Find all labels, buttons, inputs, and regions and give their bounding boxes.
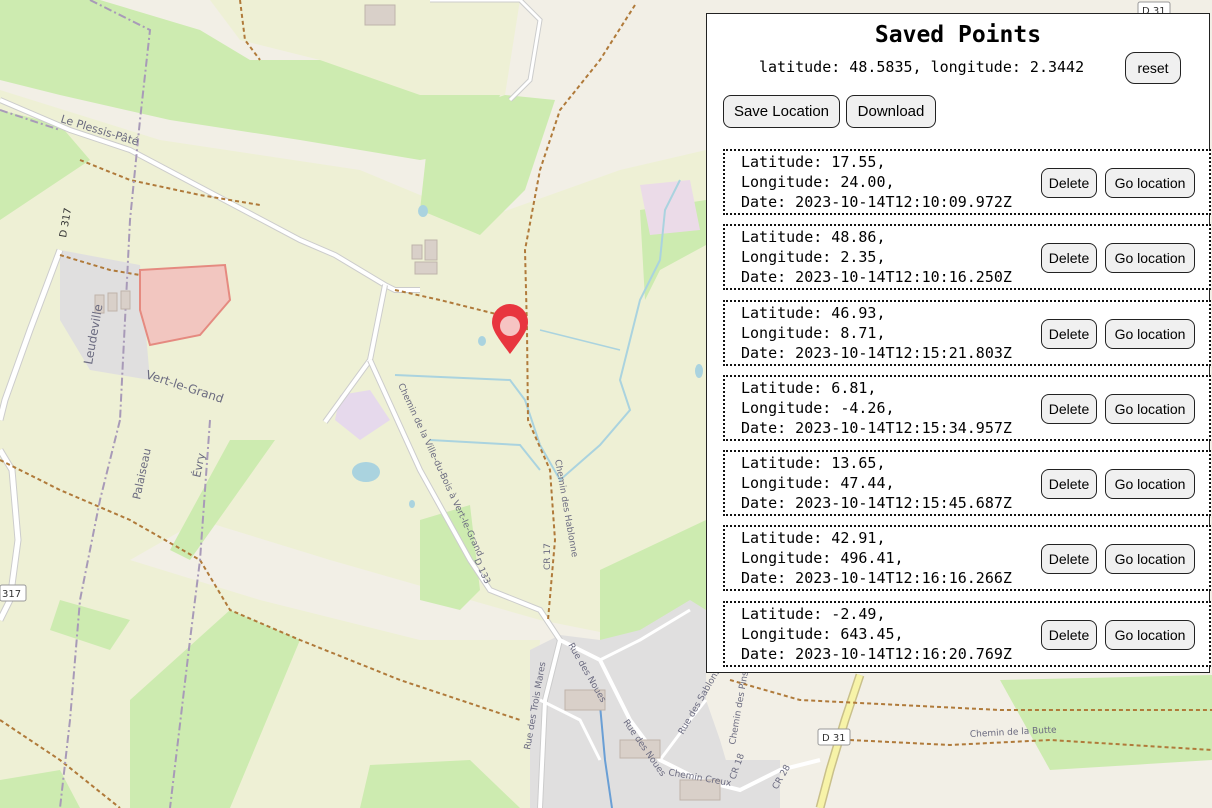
building <box>364 4 396 26</box>
pond <box>478 336 486 346</box>
pond <box>409 500 415 508</box>
building <box>424 239 438 261</box>
saved-point-card: Latitude: 48.86, Longitude: 2.35, Date: … <box>723 224 1211 291</box>
delete-button[interactable]: Delete <box>1041 619 1097 650</box>
svg-text:D 31: D 31 <box>822 733 846 744</box>
delete-button[interactable]: Delete <box>1041 243 1097 274</box>
point-details: Latitude: 17.55, Longitude: 24.00, Date:… <box>741 152 1012 212</box>
download-button[interactable]: Download <box>846 95 936 128</box>
point-details: Latitude: 42.91, Longitude: 496.41, Date… <box>741 528 1012 588</box>
point-latitude: Latitude: 13.65, <box>741 454 886 473</box>
point-date: Date: 2023-10-14T12:15:21.803Z <box>741 343 1012 362</box>
reset-button[interactable]: reset <box>1125 52 1181 84</box>
building <box>414 261 438 275</box>
point-details: Latitude: 48.86, Longitude: 2.35, Date: … <box>741 227 1012 287</box>
saved-points-list: Latitude: 17.55, Longitude: 24.00, Date:… <box>723 149 1211 676</box>
road-shield: D 31 <box>817 728 851 746</box>
point-date: Date: 2023-10-14T12:15:45.687Z <box>741 494 1012 513</box>
point-details: Latitude: 6.81, Longitude: -4.26, Date: … <box>741 378 1012 438</box>
coordinates-readout: latitude: 48.5835, longitude: 2.3442 <box>759 58 1085 76</box>
saved-point-card: Latitude: 13.65, Longitude: 47.44, Date:… <box>723 450 1211 517</box>
go-location-button[interactable]: Go location <box>1105 544 1195 575</box>
point-date: Date: 2023-10-14T12:16:16.266Z <box>741 569 1012 588</box>
point-latitude: Latitude: 46.93, <box>741 303 886 322</box>
go-location-button[interactable]: Go location <box>1105 168 1195 198</box>
point-longitude: Longitude: 496.41, <box>741 549 904 568</box>
point-latitude: Latitude: 17.55, <box>741 153 886 171</box>
delete-button[interactable]: Delete <box>1041 318 1097 349</box>
go-location-button[interactable]: Go location <box>1105 469 1195 500</box>
point-details: Latitude: 46.93, Longitude: 8.71, Date: … <box>741 303 1012 363</box>
point-details: Latitude: 13.65, Longitude: 47.44, Date:… <box>741 453 1012 513</box>
delete-button[interactable]: Delete <box>1041 168 1097 198</box>
svg-text:317: 317 <box>2 589 21 600</box>
saved-point-card: Latitude: 17.55, Longitude: 24.00, Date:… <box>723 149 1211 215</box>
point-details: Latitude: -2.49, Longitude: 643.45, Date… <box>741 604 1012 664</box>
road-shield: 317 <box>0 584 27 602</box>
road-label: CR 17 <box>543 543 553 570</box>
go-location-button[interactable]: Go location <box>1105 393 1195 424</box>
pond <box>352 462 380 482</box>
point-longitude: Longitude: 643.45, <box>741 624 904 643</box>
point-date: Date: 2023-10-14T12:10:09.972Z <box>741 193 1012 211</box>
point-latitude: Latitude: 48.86, <box>741 228 886 247</box>
saved-point-card: Latitude: 6.81, Longitude: -4.26, Date: … <box>723 374 1211 441</box>
go-location-button[interactable]: Go location <box>1105 243 1195 274</box>
building <box>120 290 131 310</box>
saved-points-panel: Saved Points latitude: 48.5835, longitud… <box>706 13 1211 676</box>
saved-point-card: Latitude: 42.91, Longitude: 496.41, Date… <box>723 525 1211 592</box>
go-location-button[interactable]: Go location <box>1105 619 1195 650</box>
point-longitude: Longitude: -4.26, <box>741 398 895 417</box>
building <box>411 244 423 260</box>
point-longitude: Longitude: 47.44, <box>741 474 895 493</box>
building <box>107 292 118 312</box>
point-latitude: Latitude: 6.81, <box>741 378 877 397</box>
industrial-area <box>640 180 700 235</box>
point-longitude: Longitude: 24.00, <box>741 173 895 191</box>
point-longitude: Longitude: 8.71, <box>741 323 886 342</box>
point-date: Date: 2023-10-14T12:16:20.769Z <box>741 644 1012 663</box>
point-longitude: Longitude: 2.35, <box>741 248 886 267</box>
panel-title: Saved Points <box>874 22 1042 48</box>
point-date: Date: 2023-10-14T12:10:16.250Z <box>741 268 1012 287</box>
save-location-button[interactable]: Save Location <box>723 95 840 128</box>
point-latitude: Latitude: 42.91, <box>741 529 886 548</box>
point-date: Date: 2023-10-14T12:15:34.957Z <box>741 418 1012 437</box>
go-location-button[interactable]: Go location <box>1105 318 1195 349</box>
pond <box>418 205 428 217</box>
saved-point-card: Latitude: -2.49, Longitude: 643.45, Date… <box>723 600 1211 667</box>
delete-button[interactable]: Delete <box>1041 544 1097 575</box>
delete-button[interactable]: Delete <box>1041 469 1097 500</box>
delete-button[interactable]: Delete <box>1041 393 1097 424</box>
saved-point-card: Latitude: 46.93, Longitude: 8.71, Date: … <box>723 299 1211 366</box>
pond <box>695 364 703 378</box>
point-latitude: Latitude: -2.49, <box>741 604 886 623</box>
